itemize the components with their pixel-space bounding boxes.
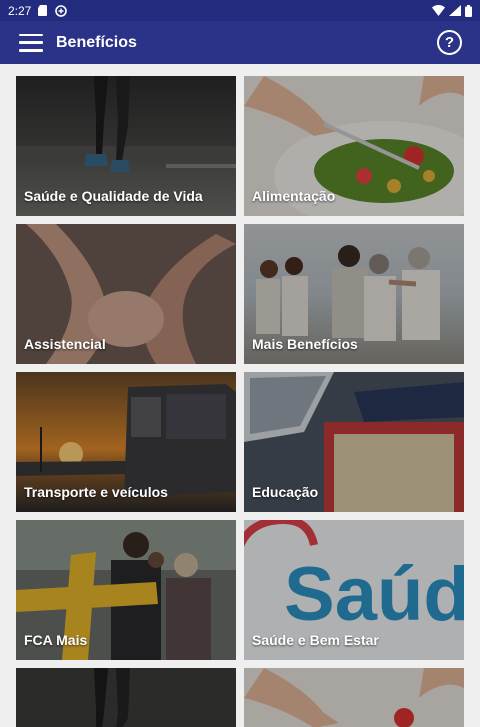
card-partial-1[interactable]: [16, 668, 236, 727]
vpn-icon: [55, 4, 68, 17]
card-label: Saúde e Bem Estar: [252, 632, 379, 648]
card-alimentacao[interactable]: Alimentação: [244, 76, 464, 216]
card-saude-qualidade-vida[interactable]: Saúde e Qualidade de Vida: [16, 76, 236, 216]
status-time: 2:27: [8, 3, 32, 18]
card-label: Educação: [252, 484, 319, 500]
status-bar: 2:27: [0, 0, 480, 21]
card-transporte-veiculos[interactable]: Transporte e veículos: [16, 372, 236, 512]
sd-card-icon: [38, 5, 48, 16]
hamburger-menu-icon[interactable]: [19, 33, 43, 52]
card-label: Transporte e veículos: [24, 484, 168, 500]
wifi-icon: [432, 5, 445, 16]
card-saude-bem-estar[interactable]: Saúd Saúde e Bem Estar: [244, 520, 464, 660]
card-label: Mais Benefícios: [252, 336, 358, 352]
card-label: Alimentação: [252, 188, 336, 204]
card-label: FCA Mais: [24, 632, 88, 648]
card-label: Saúde e Qualidade de Vida: [24, 188, 203, 204]
card-fca-mais[interactable]: FCA Mais: [16, 520, 236, 660]
page-title: Benefícios: [56, 33, 137, 51]
benefits-grid: Saúde e Qualidade de Vida Alimentação As…: [16, 76, 464, 727]
battery-icon: [465, 4, 472, 17]
card-label: Assistencial: [24, 336, 106, 352]
card-educacao[interactable]: Educação: [244, 372, 464, 512]
card-assistencial[interactable]: Assistencial: [16, 224, 236, 364]
app-bar: Benefícios ?: [0, 21, 480, 64]
card-mais-beneficios[interactable]: Mais Benefícios: [244, 224, 464, 364]
signal-icon: [449, 5, 461, 16]
help-icon[interactable]: ?: [437, 30, 462, 55]
card-partial-2[interactable]: [244, 668, 464, 727]
